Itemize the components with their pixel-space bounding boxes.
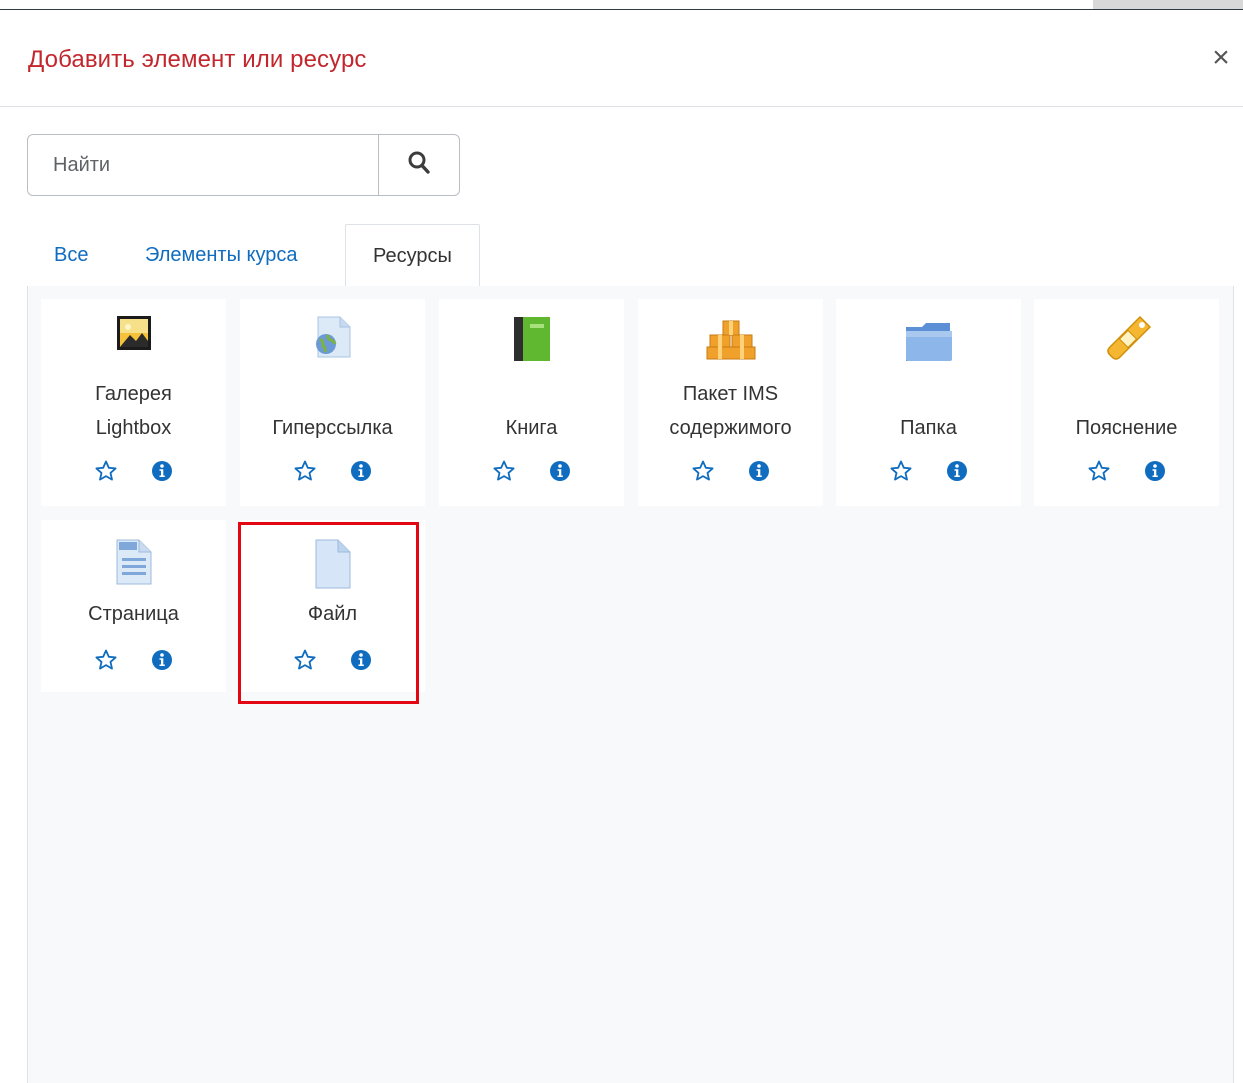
close-button[interactable]: × [1209,40,1233,76]
modal-header: Добавить элемент или ресурс × [0,10,1243,107]
star-icon[interactable] [93,458,119,484]
tab-course-activities[interactable]: Элементы курса [118,224,325,286]
tab-resources[interactable]: Ресурсы [345,224,480,287]
info-icon[interactable] [348,647,374,673]
image-gallery-icon [41,315,226,365]
star-icon[interactable] [292,458,318,484]
item-label-line2: Lightbox [95,417,172,439]
item-label: Гиперссылка [272,417,393,439]
item-label-line2: содержимого [669,417,792,439]
info-icon[interactable] [1142,458,1168,484]
info-icon[interactable] [149,458,175,484]
folder-icon [836,321,1021,371]
item-label-line1: Галерея [95,383,172,405]
info-icon[interactable] [944,458,970,484]
item-card-file[interactable]: Файл [240,520,425,692]
url-globe-icon [240,315,425,365]
star-icon[interactable] [93,647,119,673]
star-icon[interactable] [292,647,318,673]
item-card-ims-package[interactable]: Пакет IMS содержимого [638,299,823,506]
item-label: Страница [88,603,179,625]
top-window-strip [0,0,1243,10]
item-label: Пояснение [1075,417,1178,439]
page-document-icon [41,538,226,588]
tab-bar: Все Элементы курса Ресурсы [27,224,1234,287]
search-button[interactable] [378,135,459,195]
search-icon [408,151,430,180]
info-icon[interactable] [547,458,573,484]
star-icon[interactable] [1086,458,1112,484]
search-box [27,134,460,196]
search-input[interactable] [29,136,379,194]
star-icon[interactable] [888,458,914,484]
item-card-book[interactable]: Книга [439,299,624,506]
label-tag-icon [1034,313,1219,363]
item-card-label[interactable]: Пояснение [1034,299,1219,506]
item-label: Папка [900,417,957,439]
package-boxes-icon [638,319,823,369]
item-label: Файл [307,603,358,625]
info-icon[interactable] [348,458,374,484]
item-card-folder[interactable]: Папка [836,299,1021,506]
star-icon[interactable] [690,458,716,484]
info-icon[interactable] [746,458,772,484]
item-card-page[interactable]: Страница [41,520,226,692]
item-label: Книга [505,417,558,439]
tab-all[interactable]: Все [27,224,115,286]
info-icon[interactable] [149,647,175,673]
file-icon [240,538,425,589]
item-card-lightbox-gallery[interactable]: Галерея Lightbox [41,299,226,506]
modal-title: Добавить элемент или ресурс [28,46,367,73]
star-icon[interactable] [491,458,517,484]
item-card-url[interactable]: Гиперссылка [240,299,425,506]
book-icon [439,315,624,365]
item-label-line1: Пакет IMS [682,383,779,405]
top-strip-fade [1093,0,1243,9]
